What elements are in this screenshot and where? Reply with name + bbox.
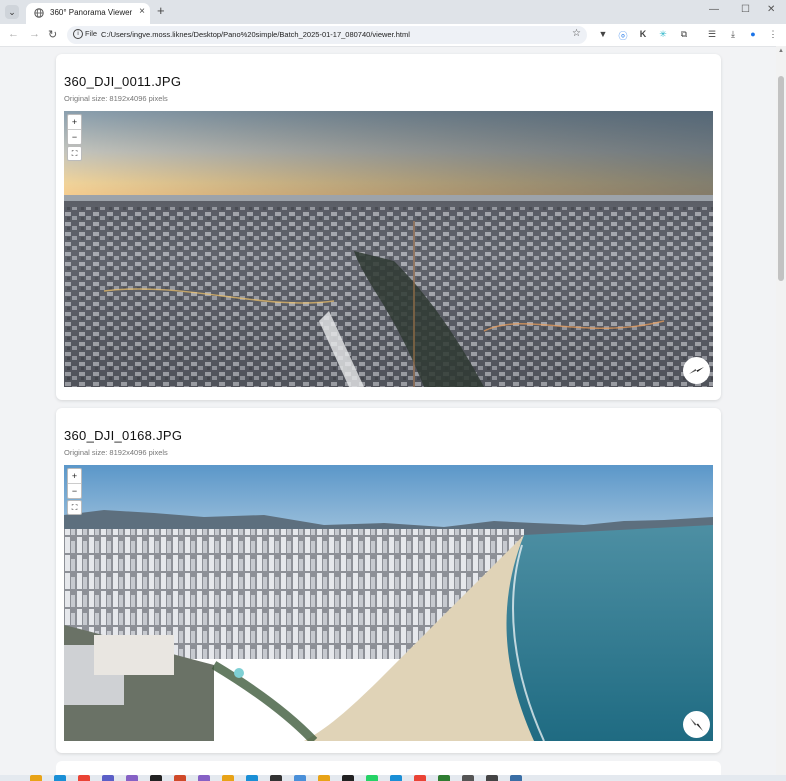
github-icon[interactable] (150, 775, 162, 781)
zoom-controls: + − (67, 468, 82, 499)
app-icon[interactable] (510, 775, 522, 781)
url-text: C:/Users/ingve.moss.liknes/Desktop/Pano%… (101, 30, 410, 39)
whatsapp-icon[interactable] (366, 775, 378, 781)
panorama-size-label: Original size: 8192x4096 pixels (64, 94, 168, 103)
tab-search-button[interactable]: ⌄ (5, 5, 19, 19)
file-explorer-icon[interactable] (30, 775, 42, 781)
zoom-in-button[interactable]: + (68, 115, 81, 129)
compass-icon[interactable] (683, 357, 710, 384)
zoom-in-button[interactable]: + (68, 469, 81, 483)
asterisk-extension-icon[interactable]: ✳ (657, 29, 669, 40)
tab-strip: ⌄ 360° Panorama Viewer × + — ☐ ✕ (0, 0, 786, 24)
k-extension-icon[interactable]: K (637, 29, 649, 39)
panorama-card: 360_DJI_0168.JPG Original size: 8192x409… (56, 408, 721, 753)
globe-icon (34, 8, 44, 18)
edge-icon[interactable] (54, 775, 66, 781)
address-bar[interactable]: i File C:/Users/ingve.moss.liknes/Desktop… (67, 26, 587, 44)
scroll-up-icon[interactable]: ▲ (778, 48, 784, 54)
app-icon[interactable] (390, 775, 402, 781)
profile-avatar-icon[interactable]: ● (747, 29, 759, 39)
page-viewport: 360_DJI_0011.JPG Original size: 8192x409… (0, 46, 776, 775)
app-icon[interactable] (462, 775, 474, 781)
chrome-icon[interactable] (78, 775, 90, 781)
close-window-icon[interactable]: ✕ (767, 4, 775, 15)
scroll-thumb[interactable] (778, 76, 784, 281)
fullscreen-button[interactable]: ⛶ (67, 146, 82, 161)
panorama-title: 360_DJI_0168.JPG (64, 428, 183, 443)
info-icon: i (73, 29, 83, 40)
back-icon[interactable]: ← (8, 28, 19, 40)
visual-studio-icon[interactable] (126, 775, 138, 781)
app-icon[interactable] (342, 775, 354, 781)
fullscreen-button[interactable]: ⛶ (67, 500, 82, 515)
file-label: File (85, 29, 98, 38)
panorama-title: 360_DJI_0011.JPG (64, 74, 182, 89)
bookmark-star-icon[interactable]: ☆ (572, 28, 581, 39)
app-icon[interactable] (174, 775, 186, 781)
vscode-icon[interactable] (246, 775, 258, 781)
terminal-icon[interactable] (270, 775, 282, 781)
compass-needle-icon (690, 718, 703, 731)
app-icon[interactable] (486, 775, 498, 781)
folder-icon[interactable] (318, 775, 330, 781)
browser-toolbar: ← → ↻ i File C:/Users/ingve.moss.liknes/D… (0, 24, 786, 47)
new-tab-button[interactable]: + (157, 3, 165, 18)
panorama-viewer[interactable]: + − ⛶ (64, 465, 713, 741)
zoom-out-button[interactable]: − (68, 484, 81, 498)
panorama-size-label: Original size: 8192x4096 pixels (64, 448, 168, 457)
reading-list-icon[interactable]: ☰ (706, 29, 718, 40)
panorama-image-coastal-city (64, 465, 713, 741)
zoom-out-button[interactable]: − (68, 130, 81, 144)
forward-icon[interactable]: → (29, 28, 40, 40)
panorama-viewer[interactable]: + − ⛶ (64, 111, 713, 387)
minimize-icon[interactable]: — (709, 4, 719, 15)
app-icon[interactable] (438, 775, 450, 781)
visual-studio-icon[interactable] (198, 775, 210, 781)
folder-icon[interactable] (222, 775, 234, 781)
tab-title: 360° Panorama Viewer (50, 8, 133, 17)
panorama-card: 360_DJI_0011.JPG Original size: 8192x409… (56, 54, 721, 400)
app-icon[interactable] (294, 775, 306, 781)
page-scrollbar[interactable]: ▲ (776, 46, 786, 775)
more-menu-icon[interactable]: ⋮ (767, 29, 779, 40)
panorama-card-partial (56, 761, 721, 775)
reload-icon[interactable]: ↻ (48, 28, 57, 41)
filter-extension-icon[interactable]: ▼ (597, 29, 609, 39)
download-icon[interactable]: ⤓ (727, 29, 739, 40)
tab-panorama-viewer[interactable]: 360° Panorama Viewer × (26, 3, 150, 24)
close-tab-icon[interactable]: × (139, 6, 145, 17)
teams-icon[interactable] (102, 775, 114, 781)
compass-icon[interactable] (683, 711, 710, 738)
panorama-image-winter-town (64, 111, 713, 387)
maximize-icon[interactable]: ☐ (741, 4, 750, 15)
site-info-chip[interactable]: i File (73, 29, 98, 40)
zoom-controls: + − (67, 114, 82, 145)
password-manager-icon[interactable]: ⓞ (617, 29, 629, 42)
chrome-icon[interactable] (414, 775, 426, 781)
compass-needle-icon (689, 367, 704, 374)
extensions-puzzle-icon[interactable]: ⧉ (678, 29, 690, 40)
taskbar (0, 775, 786, 781)
